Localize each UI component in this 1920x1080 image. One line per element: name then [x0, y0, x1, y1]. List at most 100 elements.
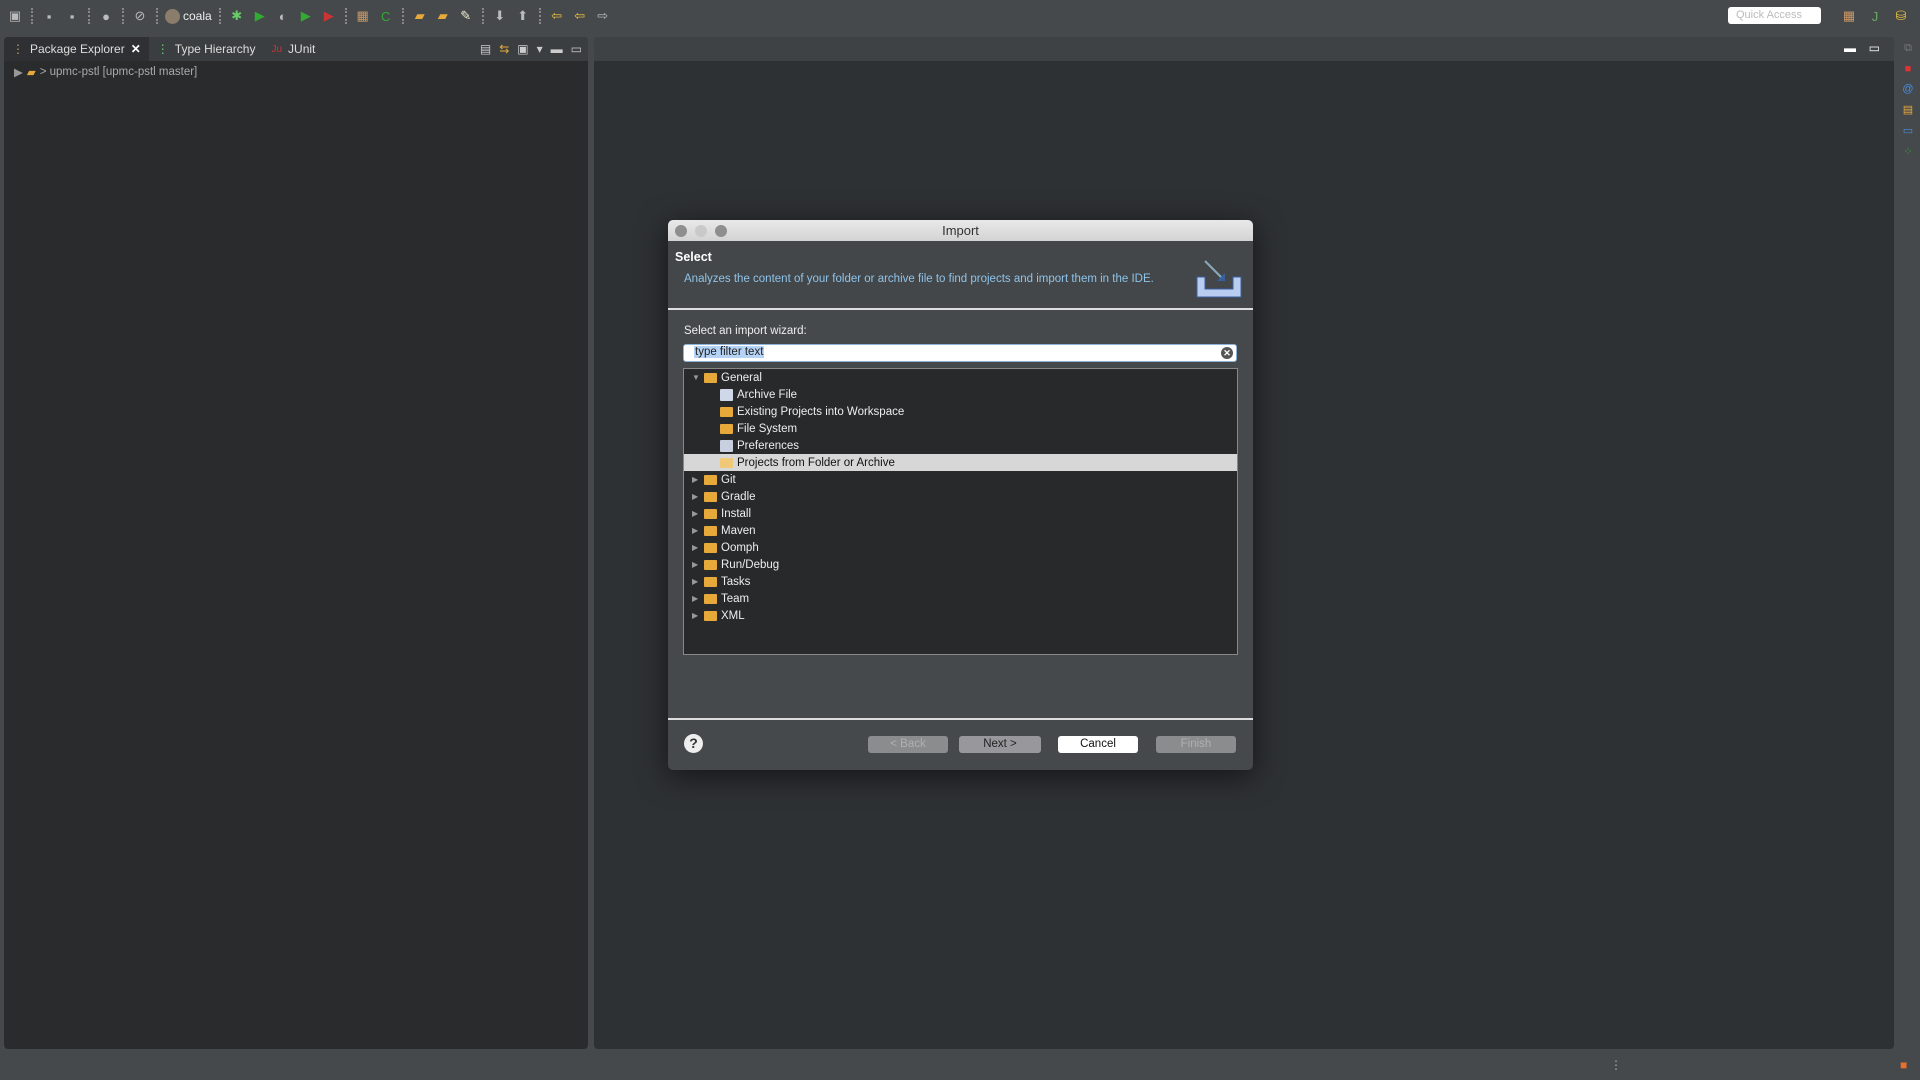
back-button[interactable]: < Back	[868, 736, 948, 753]
tree-item-team[interactable]: ▶ Team	[684, 590, 1237, 607]
archive-file-icon	[720, 388, 733, 401]
tree-item-label: Maven	[721, 524, 756, 537]
expand-arrow-icon[interactable]: ▶	[692, 560, 700, 569]
problems-icon[interactable]: ■	[1905, 63, 1912, 75]
skip-breakpoints-icon[interactable]: ⊘	[131, 7, 149, 25]
tree-item-existing-projects[interactable]: Existing Projects into Workspace	[684, 403, 1237, 420]
collapse-all-icon[interactable]: ▤	[480, 42, 491, 56]
tree-item-xml[interactable]: ▶ XML	[684, 607, 1237, 624]
tree-item-gradle[interactable]: ▶ Gradle	[684, 488, 1237, 505]
next-button[interactable]: Next >	[959, 736, 1041, 753]
quick-access-input[interactable]: Quick Access	[1728, 7, 1821, 24]
focus-icon[interactable]: ▣	[517, 42, 528, 56]
prev-annotation-icon[interactable]: ⬆	[514, 7, 532, 25]
run-icon[interactable]: ▶	[251, 7, 269, 25]
folder-open-icon	[704, 372, 717, 383]
junit-icon: Ju	[271, 43, 283, 55]
git-perspective-icon[interactable]: ⛁	[1892, 7, 1910, 25]
back-icon[interactable]: ⇦	[571, 7, 589, 25]
declaration-icon[interactable]: ▤	[1903, 103, 1913, 116]
tab-label: Package Explorer	[30, 42, 125, 56]
tree-item-label: Run/Debug	[721, 558, 780, 571]
save-icon[interactable]: ▪	[40, 7, 58, 25]
expand-arrow-icon[interactable]: ▶	[14, 65, 23, 79]
save-all-icon[interactable]: ▪	[63, 7, 81, 25]
tree-item-label: Archive File	[737, 388, 798, 401]
link-with-editor-icon[interactable]: ⇆	[499, 42, 509, 56]
coverage-icon[interactable]: ◐	[274, 7, 292, 25]
collapse-arrow-icon[interactable]: ▼	[692, 373, 700, 382]
close-window-button[interactable]	[675, 225, 687, 237]
run-last-icon[interactable]: ▶	[297, 7, 315, 25]
expand-arrow-icon[interactable]: ▶	[692, 475, 700, 484]
tree-item-maven[interactable]: ▶ Maven	[684, 522, 1237, 539]
maximize-icon[interactable]: ▭	[1869, 41, 1880, 55]
tab-type-hierarchy[interactable]: ⋮ Type Hierarchy	[149, 37, 264, 61]
wizard-label: Select an import wizard:	[684, 325, 807, 337]
clear-icon[interactable]: ✕	[1221, 347, 1233, 359]
expand-arrow-icon[interactable]: ▶	[692, 594, 700, 603]
javadoc-icon[interactable]: @	[1902, 83, 1913, 95]
folder-icon	[704, 491, 717, 502]
minimize-icon[interactable]: ▬	[1844, 41, 1856, 55]
folder-icon	[704, 508, 717, 519]
java-perspective-icon[interactable]: J	[1866, 7, 1884, 25]
new-class-icon[interactable]: C	[377, 7, 395, 25]
run-external-icon[interactable]: ▶	[320, 7, 338, 25]
rss-icon[interactable]: ■	[1900, 1058, 1907, 1072]
toolbar-separator	[401, 8, 404, 24]
tab-label: JUnit	[288, 42, 316, 56]
tree-item-tasks[interactable]: ▶ Tasks	[684, 573, 1237, 590]
next-annotation-icon[interactable]: ⬇	[491, 7, 509, 25]
project-item[interactable]: ▶ ▰ > upmc-pstl [upmc-pstl master]	[4, 61, 588, 83]
expand-arrow-icon[interactable]: ▶	[692, 526, 700, 535]
folder-icon	[704, 474, 717, 485]
minimize-window-button[interactable]	[695, 225, 707, 237]
filter-input[interactable]: type filter text ✕	[683, 344, 1237, 362]
search-icon[interactable]: ✎	[457, 7, 475, 25]
profile-icon[interactable]: ●	[97, 7, 115, 25]
toolbar-separator	[481, 8, 484, 24]
minimize-icon[interactable]: ▬	[551, 42, 563, 56]
tree-item-projects-from-folder[interactable]: Projects from Folder or Archive	[684, 454, 1237, 471]
tree-item-run-debug[interactable]: ▶ Run/Debug	[684, 556, 1237, 573]
coala-icon	[165, 8, 180, 24]
expand-arrow-icon[interactable]: ▶	[692, 543, 700, 552]
expand-arrow-icon[interactable]: ▶	[692, 611, 700, 620]
tree-item-preferences[interactable]: Preferences	[684, 437, 1237, 454]
tree-item-archive-file[interactable]: Archive File	[684, 386, 1237, 403]
finish-button[interactable]: Finish	[1156, 736, 1236, 753]
view-menu-icon[interactable]: ▾	[537, 42, 543, 56]
expand-arrow-icon[interactable]: ▶	[692, 577, 700, 586]
tree-item-git[interactable]: ▶ Git	[684, 471, 1237, 488]
open-task-icon[interactable]: ▰	[434, 7, 452, 25]
cancel-button[interactable]: Cancel	[1058, 736, 1138, 753]
open-type-icon[interactable]: ▰	[411, 7, 429, 25]
new-package-icon[interactable]: ▦	[354, 7, 372, 25]
tree-item-install[interactable]: ▶ Install	[684, 505, 1237, 522]
last-edit-icon[interactable]: ⇦	[548, 7, 566, 25]
tab-junit[interactable]: Ju JUnit	[263, 37, 323, 61]
zoom-window-button[interactable]	[715, 225, 727, 237]
expand-arrow-icon[interactable]: ▶	[692, 509, 700, 518]
dialog-title: Import	[942, 223, 979, 238]
tab-package-explorer[interactable]: ⋮ Package Explorer ✕	[4, 37, 149, 61]
tree-item-oomph[interactable]: ▶ Oomph	[684, 539, 1237, 556]
run-config-selector[interactable]: coala	[165, 8, 212, 24]
expand-arrow-icon[interactable]: ▶	[692, 492, 700, 501]
close-icon[interactable]: ✕	[131, 42, 141, 56]
debug-icon[interactable]: ✱	[228, 7, 246, 25]
help-icon[interactable]: ?	[684, 734, 703, 753]
console-icon[interactable]: ▭	[1903, 124, 1913, 137]
forward-icon[interactable]: ⇨	[594, 7, 612, 25]
open-perspective-icon[interactable]: ▦	[1840, 7, 1858, 25]
tree-item-general[interactable]: ▼ General	[684, 369, 1237, 386]
maximize-icon[interactable]: ▭	[571, 42, 582, 56]
progress-icon[interactable]: ⁘	[1903, 145, 1912, 158]
new-wizard-icon[interactable]: ▣	[6, 7, 24, 25]
wizard-tree[interactable]: ▼ General Archive File Existing Projects …	[683, 368, 1238, 655]
folder-icon	[704, 593, 717, 604]
restore-icon[interactable]: ⧉	[1904, 42, 1912, 55]
right-trim-bar: ⧉ ■ @ ▤ ▭ ⁘	[1896, 32, 1920, 1050]
tree-item-file-system[interactable]: File System	[684, 420, 1237, 437]
